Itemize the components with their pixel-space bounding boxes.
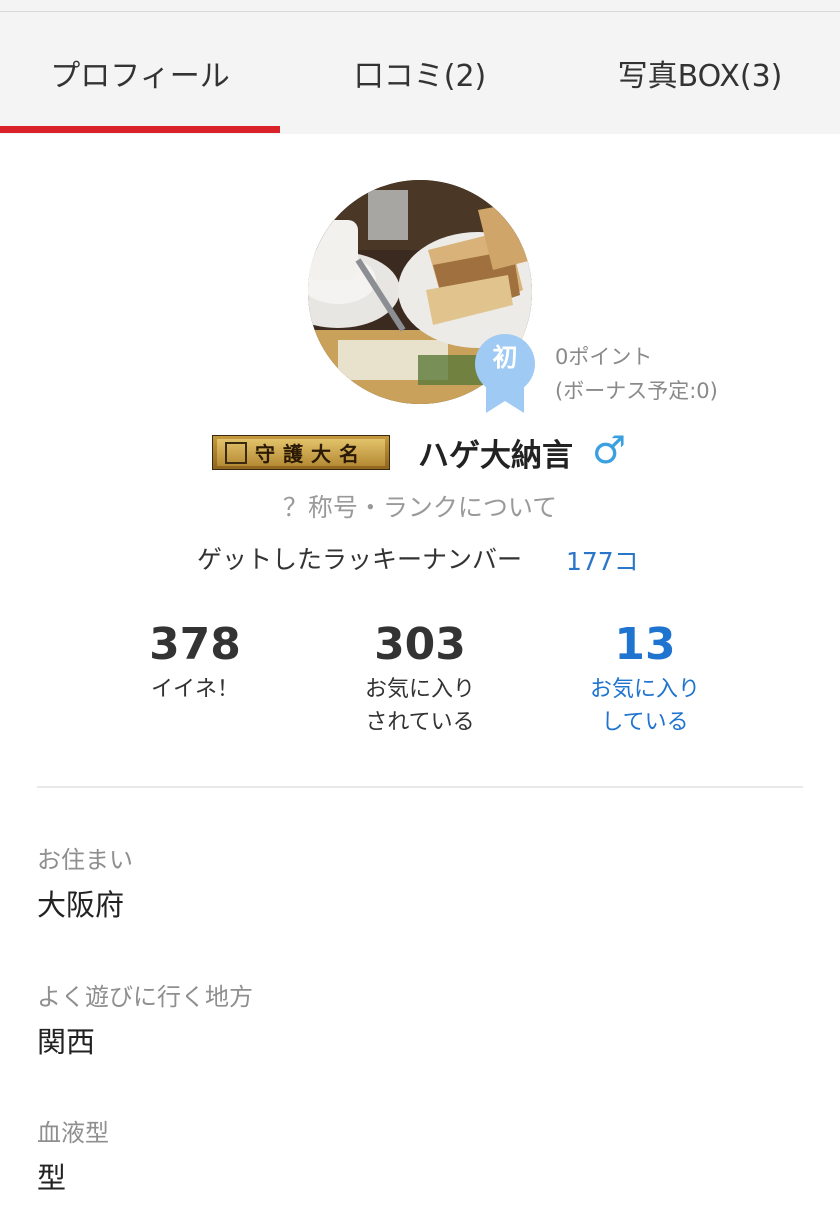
- active-tab-indicator: [0, 126, 280, 133]
- tab-profile[interactable]: プロフィール: [0, 12, 280, 134]
- stat-likes-label: イイネ！: [150, 677, 239, 702]
- tab-reviews[interactable]: 口コミ(2): [280, 12, 560, 134]
- rank-crest-icon: [225, 441, 247, 464]
- stat-favorited-by: 303 お気に入り されている: [320, 617, 520, 739]
- tab-profile-label: プロフィール: [50, 59, 230, 94]
- stat-favorited-by-value: 303: [374, 619, 466, 670]
- lucky-number-label: ゲットしたラッキーナンバー: [197, 545, 523, 574]
- stat-favoriting-label-1: お気に入り: [589, 677, 700, 702]
- section-divider: [37, 786, 803, 788]
- field-region-label: よく遊びに行く地方: [37, 983, 253, 1011]
- points-info: 0ポイント (ボーナス予定:0): [555, 340, 718, 408]
- username: ハゲ大納言: [418, 438, 573, 474]
- stat-likes-value: 378: [149, 619, 241, 670]
- stat-likes: 378 イイネ！: [95, 617, 295, 706]
- rank-help-link[interactable]: ？称号・ランクについて: [0, 488, 840, 524]
- field-blood-type-label: 血液型: [37, 1119, 109, 1147]
- top-border: [0, 0, 840, 12]
- rank-title-text: 守護大名: [255, 442, 367, 466]
- rank-title-plate: 守護大名: [212, 435, 390, 470]
- lucky-number-count[interactable]: 177コ: [566, 542, 639, 578]
- field-region-value: 関西: [37, 1025, 96, 1059]
- badge-label: 初: [492, 343, 518, 372]
- field-residence-label: お住まい: [37, 846, 133, 874]
- rank-title-inner: 守護大名: [217, 439, 385, 466]
- points-value: 0ポイント: [555, 345, 653, 369]
- bonus-value: (ボーナス予定:0): [555, 379, 718, 403]
- field-residence-value: 大阪府: [37, 888, 125, 922]
- field-blood-type-value: 型: [37, 1161, 67, 1195]
- profile-tabs: プロフィール 口コミ(2) 写真BOX(3): [0, 12, 840, 134]
- stat-favorited-by-label-1: お気に入り: [364, 677, 475, 702]
- stat-favoriting-label-2: している: [601, 710, 689, 735]
- stat-favorited-by-label-2: されている: [365, 710, 475, 735]
- stat-favoriting[interactable]: 13 お気に入り している: [545, 617, 745, 739]
- tab-photo-box-label: 写真BOX(3): [617, 59, 783, 94]
- male-icon: ♂: [592, 428, 627, 472]
- tab-photo-box[interactable]: 写真BOX(3): [560, 12, 840, 134]
- stat-favoriting-value: 13: [614, 619, 676, 670]
- tab-reviews-label: 口コミ(2): [353, 59, 487, 94]
